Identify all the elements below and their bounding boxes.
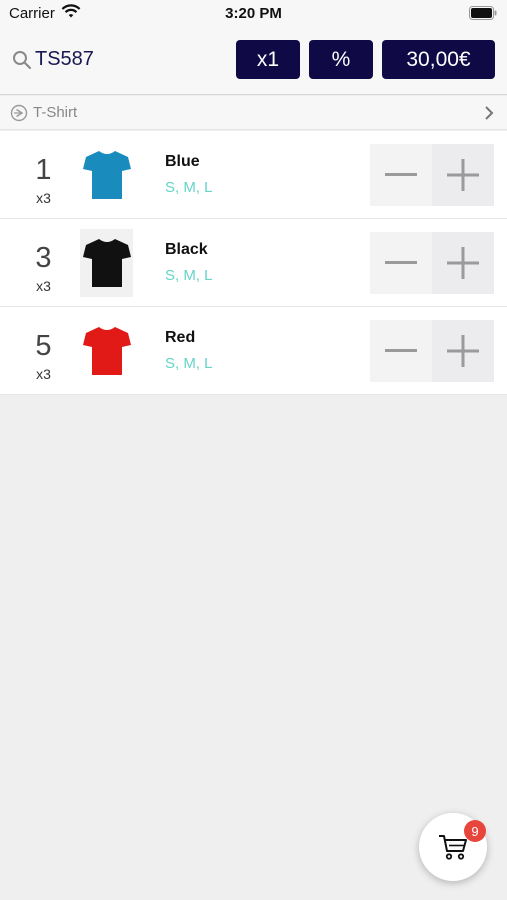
variant-multiplier: x3 [36,190,51,206]
tshirt-red-icon [82,327,131,375]
search-input[interactable]: TS587 [35,48,94,71]
plus-icon [447,247,479,279]
product-row[interactable]: 5 x3 Red S, M, L [0,307,507,395]
variant-multiplier: x3 [36,366,51,382]
variant-number: 1 [35,154,52,186]
tshirt-thumbnail [80,229,133,297]
increment-button[interactable] [432,144,494,206]
category-icon [10,104,28,127]
variant-name: Blue [165,153,200,170]
product-row[interactable]: 1 x3 Blue S, M, L [0,131,507,219]
variant-sizes: S, M, L [165,179,213,196]
search-icon[interactable] [12,50,32,75]
increment-button[interactable] [432,232,494,294]
discount-button[interactable]: % [309,40,373,79]
tshirt-black-icon [82,239,131,287]
quantity-button[interactable]: x1 [236,40,300,79]
price-button[interactable]: 30,00€ [382,40,495,79]
status-bar: Carrier 3:20 PM [0,0,507,28]
minus-icon [385,261,417,264]
minus-icon [385,349,417,352]
chevron-right-icon[interactable] [484,105,494,126]
decrement-button[interactable] [370,144,432,206]
variant-number: 3 [35,242,52,274]
variant-multiplier: x3 [36,278,51,294]
plus-icon [447,335,479,367]
product-row[interactable]: 3 x3 Black S, M, L [0,219,507,307]
decrement-button[interactable] [370,320,432,382]
decrement-button[interactable] [370,232,432,294]
tshirt-thumbnail [80,141,133,209]
cart-count-badge: 9 [464,820,486,842]
status-time: 3:20 PM [225,5,282,22]
variant-number: 5 [35,330,52,362]
search-header: TS587 x1 % 30,00€ [0,28,507,95]
variant-name: Black [165,241,208,258]
increment-button[interactable] [432,320,494,382]
plus-icon [447,159,479,191]
category-label: T-Shirt [33,104,78,121]
product-list: 1 x3 Blue S, M, L 3 x3 Black S, M, L 5 x… [0,131,507,395]
variant-sizes: S, M, L [165,355,213,372]
cart-icon [439,835,467,860]
category-breadcrumb[interactable]: T-Shirt [0,96,507,130]
variant-sizes: S, M, L [165,267,213,284]
variant-name: Red [165,329,196,346]
battery-icon [469,6,497,25]
tshirt-thumbnail [80,317,133,385]
tshirt-blue-icon [82,151,131,199]
minus-icon [385,173,417,176]
